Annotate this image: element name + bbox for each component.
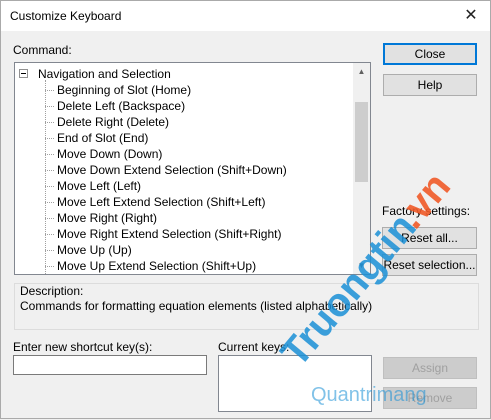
command-tree[interactable]: Navigation and Selection Beginning of Sl… xyxy=(14,62,371,275)
reset-all-button[interactable]: Reset all... xyxy=(382,227,477,249)
remove-button[interactable]: Remove xyxy=(383,387,477,409)
factory-settings-label: Factory settings: xyxy=(382,204,471,218)
shortcut-label: Enter new shortcut key(s): xyxy=(13,340,153,354)
current-keys-label: Current keys: xyxy=(218,340,290,354)
reset-selection-button[interactable]: Reset selection... xyxy=(382,254,477,276)
tree-connector-line xyxy=(45,80,46,274)
collapse-icon[interactable] xyxy=(19,69,28,78)
assign-button[interactable]: Assign xyxy=(383,357,477,379)
tree-scrollbar[interactable]: ▲ ▼ xyxy=(353,63,370,274)
command-label: Command: xyxy=(13,43,72,57)
shortcut-input[interactable] xyxy=(13,355,207,375)
scroll-thumb[interactable] xyxy=(355,102,368,182)
description-text: Commands for formatting equation element… xyxy=(20,299,373,313)
current-keys-list[interactable] xyxy=(218,355,372,412)
window-title: Customize Keyboard xyxy=(10,9,122,23)
description-group: Description: Commands for formatting equ… xyxy=(14,283,479,330)
close-button[interactable]: Close xyxy=(383,43,477,65)
scroll-up-icon[interactable]: ▲ xyxy=(353,63,370,80)
customize-keyboard-dialog: Customize Keyboard ✕ Command: Navigation… xyxy=(0,0,491,419)
close-icon[interactable]: ✕ xyxy=(458,3,484,29)
scroll-down-icon[interactable]: ▼ xyxy=(353,257,370,274)
title-bar: Customize Keyboard ✕ xyxy=(1,1,490,31)
tree-node-label: Navigation and Selection xyxy=(38,67,171,81)
description-label: Description: xyxy=(20,284,84,298)
help-button[interactable]: Help xyxy=(383,74,477,96)
